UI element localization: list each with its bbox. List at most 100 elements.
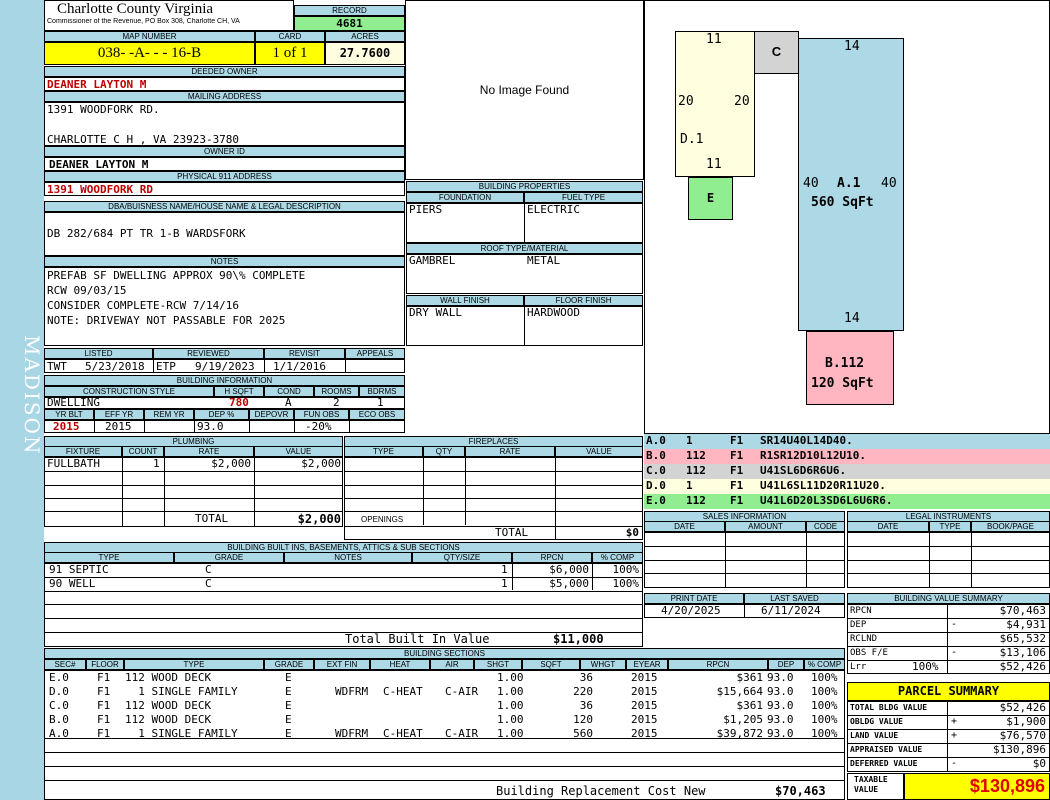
funobs-label: FUN OBS — [294, 409, 349, 420]
owner-id-label: OWNER ID — [44, 146, 405, 157]
appeals-label: APPEALS — [345, 348, 405, 359]
year-built: 2015 — [53, 420, 80, 433]
map-number: 038- -A- - - 16-B — [44, 42, 255, 65]
sketch-d-top: 11 — [706, 32, 722, 47]
foundation: PIERS — [409, 203, 443, 216]
listed-date: 5/23/2018 — [85, 360, 145, 373]
sketch-section-e: E — [688, 177, 733, 220]
parcel-row: LAND VALUE + $76,570 — [850, 729, 1046, 742]
bi-grade-col: GRADE — [174, 552, 284, 563]
deeded-owner: DEANER LAYTON M — [44, 77, 405, 91]
yrblt-label: YR BLT — [44, 409, 94, 420]
parcel-summary-title: PARCEL SUMMARY — [847, 682, 1050, 701]
note-line: NOTE: DRIVEWAY NOT PASSABLE FOR 2025 — [47, 314, 286, 327]
builtin-row: 91 SEPTIC C 1 $6,000 100% — [49, 563, 639, 576]
builtin-total-label: Total Built In Value — [345, 632, 490, 646]
bvs-row: RCLND $65,532 — [850, 632, 1046, 645]
taxable-label: TAXABLE VALUE — [847, 773, 904, 800]
sections-table: E.0 F1 112 WOOD DECK E 1.00 36 2015 $361 93.0 100… — [44, 670, 845, 800]
eff-year: 2015 — [105, 420, 132, 433]
count-col: COUNT — [122, 446, 164, 457]
print-date: 4/20/2025 — [661, 604, 721, 617]
sketch-b-area: 120 SqFt — [811, 376, 874, 391]
sales-table — [644, 532, 845, 588]
last-saved: 6/11/2024 — [761, 604, 821, 617]
reviewed-by: ETP — [156, 360, 176, 373]
legal-book-col: BOOK/PAGE — [971, 521, 1050, 532]
effyr-label: EFF YR — [94, 409, 144, 420]
finish-box: DRY WALL HARDWOOD — [406, 306, 643, 346]
sketch-a-area: 560 SqFt — [811, 195, 874, 210]
fixture-col: FIXTURE — [44, 446, 122, 457]
builtin-total: $11,000 — [553, 632, 604, 646]
parcel-row: OBLDG VALUE + $1,900 — [850, 715, 1046, 728]
roof-material: METAL — [527, 254, 561, 267]
bvs-row: OBS F/E - $13,106 — [850, 646, 1046, 659]
fuel-type: ELECTRIC — [527, 203, 580, 216]
print-dates: 4/20/2025 6/11/2024 — [644, 604, 845, 618]
sketch-a-right: 40 — [881, 176, 897, 191]
taxable-value: $130,896 — [904, 773, 1050, 800]
notes-label: NOTES — [44, 256, 405, 267]
fp-value-col: VALUE — [555, 446, 643, 457]
section-row: B.0 F1 112 WOOD DECK E 1.00 120 2015 $1,205 93.0… — [49, 713, 838, 726]
cond: A — [285, 396, 292, 409]
card-label: CARD — [255, 31, 325, 42]
parcel-row: APPRAISED VALUE $130,896 — [850, 743, 1046, 756]
builtin-row: 90 WELL C 1 $5,000 100% — [49, 577, 639, 590]
foundation-fuel-box: PIERS ELECTRIC — [406, 203, 643, 243]
legal-type-col: TYPE — [929, 521, 971, 532]
legend-row: A.0 1 F1 SR14U40L14D40. — [644, 434, 1050, 449]
record-number: 4681 — [294, 16, 405, 31]
legend-row: B.0 112 F1 R1SR12D10L12U10. — [644, 449, 1050, 464]
sketch-a-label: A.1 — [837, 176, 861, 191]
builtins-table: 91 SEPTIC C 1 $6,000 100% 90 WELL C 1 $5… — [44, 563, 643, 647]
legal-date-col: DATE — [847, 521, 929, 532]
hsqft: 780 — [229, 396, 249, 409]
sketch-a-top: 14 — [844, 39, 860, 54]
fixture-rate: $2,000 — [211, 457, 251, 470]
sketch-d-left: 20 — [678, 94, 694, 109]
construction-style: DWELLING — [47, 396, 100, 409]
sketch-a-left: 40 — [803, 176, 819, 191]
remyr-label: REM YR — [144, 409, 194, 420]
county-title: Charlotte County Virginia — [57, 1, 214, 17]
record-label: RECORD — [294, 5, 405, 16]
deeded-owner-label: DEEDED OWNER — [44, 66, 405, 77]
legend-row: E.0 112 F1 U41L6D20L3SD6L6U6R6. — [644, 494, 1050, 509]
bi-type-col: TYPE — [44, 552, 174, 563]
bvs-row: RPCN $70,463 — [850, 604, 1046, 617]
bi-rpcn-col: RPCN — [512, 552, 592, 563]
county-header: Charlotte County Virginia Commissioner o… — [44, 0, 294, 31]
rate-col: RATE — [164, 446, 254, 457]
note-line: PREFAB SF DWELLING APPROX 90\% COMPLETE — [47, 269, 306, 282]
map-label: MAP NUMBER — [44, 31, 255, 42]
fireplaces-table: OPENINGS TOTAL $0 — [344, 457, 643, 540]
listed-label: LISTED — [44, 348, 153, 359]
fixture-value: $2,000 — [301, 457, 341, 470]
dep-label: DEP % — [194, 409, 249, 420]
bvs-row: DEP - $4,931 — [850, 618, 1046, 631]
value-col: VALUE — [254, 446, 343, 457]
sections-header: SEC# FLOOR TYPE GRADE EXT FIN HEAT AIR S… — [44, 659, 845, 670]
legend-row: D.0 1 F1 U41L6SL11D20R11U20. — [644, 479, 1050, 494]
sketch-section-a: 14 40 A.1 40 560 SqFt 14 — [798, 38, 904, 331]
note-line: CONSIDER COMPLETE-RCW 7/14/16 — [47, 299, 240, 312]
fixture-name: FULLBATH — [47, 457, 100, 470]
wall-finish-label: WALL FINISH — [406, 295, 524, 306]
floor-finish-label: FLOOR FINISH — [524, 295, 643, 306]
roof-type: GAMBREL — [409, 254, 456, 267]
sketch-a-bottom: 14 — [844, 311, 860, 326]
bvs-label: BUILDING VALUE SUMMARY — [847, 593, 1050, 604]
plumbing-total-label: TOTAL — [195, 512, 229, 525]
last-saved-label: LAST SAVED — [744, 593, 845, 604]
card-number: 1 of 1 — [255, 42, 325, 65]
district-label: MADISON — [20, 335, 44, 456]
bdrms: 1 — [377, 396, 384, 409]
plumbing-total: $2,000 — [297, 512, 341, 526]
fp-total: $0 — [625, 526, 639, 539]
legal-desc-label: DBA/BUISNESS NAME/HOUSE NAME & LEGAL DES… — [44, 201, 405, 212]
fp-total-label: TOTAL — [495, 526, 529, 539]
mailing-line-1: 1391 WOODFORK RD. — [47, 103, 160, 116]
sketch-legend: A.0 1 F1 SR14U40L14D40. B.0 112 F1 R1SR12D10L1… — [644, 434, 1050, 509]
